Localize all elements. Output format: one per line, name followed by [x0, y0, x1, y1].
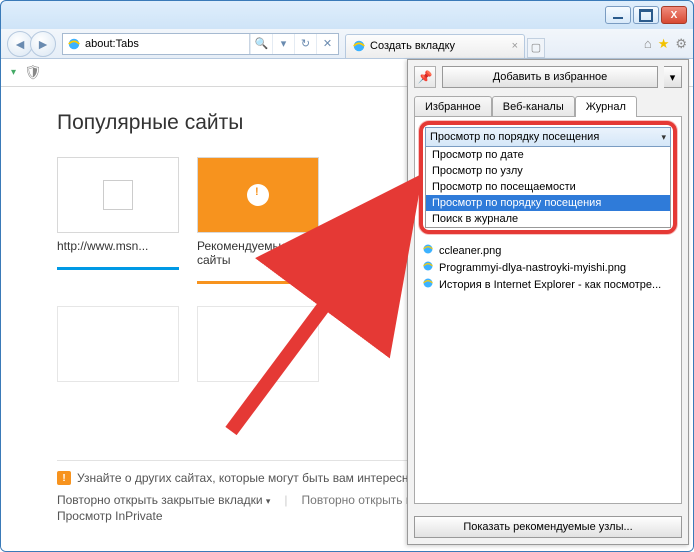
address-bar-container: about:Tabs 🔍 ▾ ↻ ✕ [62, 33, 339, 55]
discover-text: Узнайте о других сайтах, которые могут б… [77, 471, 417, 485]
ie-icon [67, 37, 81, 51]
page-icon [421, 277, 435, 292]
favorites-icon[interactable]: ★ [658, 36, 670, 52]
tile-label: http://www.msn... [57, 239, 179, 253]
tile-accent-bar [197, 281, 319, 284]
filter-option[interactable]: Просмотр по узлу [426, 163, 670, 179]
home-icon[interactable]: ⌂ [644, 36, 652, 52]
add-favorites-dropdown[interactable]: ▾ [664, 66, 682, 88]
navigation-bar: ◄ ► about:Tabs 🔍 ▾ ↻ ✕ Создать вкладку ×… [1, 29, 693, 59]
address-text: about:Tabs [85, 38, 139, 50]
pin-icon: 📌 [418, 70, 433, 84]
filter-dropdown-list: Просмотр по дате Просмотр по узлу Просмо… [425, 147, 671, 228]
filter-selected-text: Просмотр по порядку посещения [430, 131, 599, 143]
tile-label: Рекомендуемые сайты [197, 239, 319, 267]
tab-close-icon[interactable]: × [512, 40, 518, 52]
history-item-label: Programmyi-dlya-nastroyki-myishi.png [439, 262, 626, 274]
new-tab-button[interactable]: ▢ [527, 38, 545, 58]
add-favorites-button[interactable]: Добавить в избранное [442, 66, 658, 88]
browser-tab[interactable]: Создать вкладку × [345, 34, 525, 58]
address-dropdown-icon[interactable]: ▾ [272, 34, 294, 54]
show-recommended-button[interactable]: Показать рекомендуемые узлы... [414, 516, 682, 538]
empty-tile[interactable] [197, 306, 319, 382]
reopen-closed-link[interactable]: Повторно открыть закрытые вкладки ▾ [57, 493, 270, 507]
site-tile[interactable]: http://www.msn... [57, 157, 179, 284]
favorites-panel: 📌 Добавить в избранное ▾ Избранное Веб-к… [407, 59, 689, 545]
inprivate-link[interactable]: Просмотр InPrivate [57, 509, 163, 523]
favorites-tabs: Избранное Веб-каналы Журнал [408, 96, 688, 117]
pin-button[interactable]: 📌 [414, 66, 436, 88]
refresh-icon[interactable]: ↻ [294, 34, 316, 54]
info-icon [57, 471, 71, 485]
site-tile[interactable]: Рекомендуемые сайты [197, 157, 319, 284]
empty-tile[interactable] [57, 306, 179, 382]
tab-history[interactable]: Журнал [575, 96, 637, 117]
chevron-down-icon: ▾ [661, 132, 666, 143]
history-item[interactable]: ccleaner.png [419, 242, 677, 259]
tab-strip: Создать вкладку × ▢ [345, 30, 545, 58]
tab-favorites[interactable]: Избранное [414, 96, 492, 117]
search-icon[interactable]: 🔍 [250, 34, 272, 54]
browser-window: X ◄ ► about:Tabs 🔍 ▾ ↻ ✕ Создать вкладку… [0, 0, 694, 552]
filter-option[interactable]: Просмотр по посещаемости [426, 179, 670, 195]
tab-feeds[interactable]: Веб-каналы [492, 96, 575, 117]
highlight-box: Просмотр по порядку посещения ▾ Просмотр… [419, 121, 677, 234]
minimize-button[interactable] [605, 6, 631, 24]
maximize-button[interactable] [633, 6, 659, 24]
forward-button[interactable]: ► [30, 31, 56, 57]
close-button[interactable]: X [661, 6, 687, 24]
title-bar: X [1, 1, 693, 29]
tools-icon[interactable]: ⚙ [675, 36, 687, 52]
page-icon [421, 243, 435, 258]
history-filter-combo[interactable]: Просмотр по порядку посещения ▾ [425, 127, 671, 147]
history-list: ccleaner.png Programmyi-dlya-nastroyki-m… [419, 240, 677, 295]
page-icon [421, 260, 435, 275]
tile-accent-bar [57, 267, 179, 270]
address-bar[interactable]: about:Tabs [63, 37, 249, 51]
filter-option[interactable]: Просмотр по порядку посещения [426, 195, 670, 211]
lightbulb-icon [247, 184, 269, 206]
ie-icon [352, 39, 366, 53]
tile-thumbnail [197, 157, 319, 233]
history-item[interactable]: Programmyi-dlya-nastroyki-myishi.png [419, 259, 677, 276]
history-item-label: История в Internet Explorer - как посмот… [439, 279, 661, 291]
favorites-body: Просмотр по порядку посещения ▾ Просмотр… [414, 116, 682, 504]
history-item[interactable]: История в Internet Explorer - как посмот… [419, 276, 677, 293]
tab-title: Создать вкладку [370, 40, 455, 52]
tile-thumbnail [57, 157, 179, 233]
filter-option[interactable]: Просмотр по дате [426, 147, 670, 163]
filter-option[interactable]: Поиск в журнале [426, 211, 670, 227]
shield-icon[interactable]: 🛡 [24, 64, 42, 81]
history-item-label: ccleaner.png [439, 245, 501, 257]
dropdown-icon[interactable]: ▾ [11, 67, 16, 78]
stop-icon[interactable]: ✕ [316, 34, 338, 54]
